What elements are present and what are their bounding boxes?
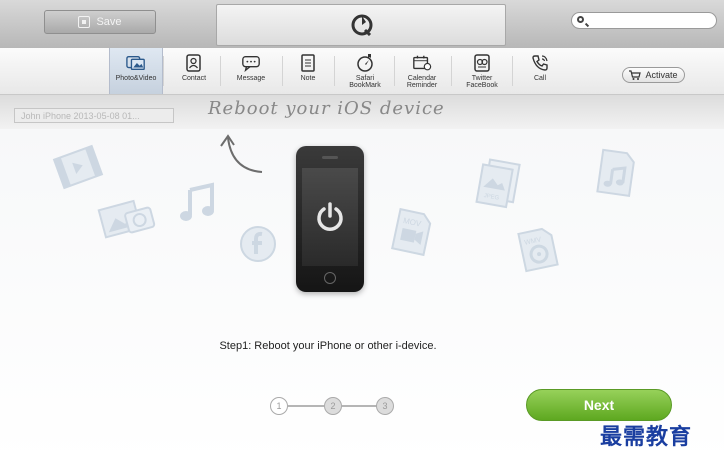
top-bar: Save	[0, 0, 724, 49]
tab-twitter-facebook[interactable]: Twitter FaceBook	[456, 48, 508, 94]
category-toolbar: Photo&Video Contact Message Note Safari …	[0, 48, 724, 95]
phone-speaker	[322, 156, 338, 159]
photo-video-icon	[126, 54, 146, 72]
power-icon	[317, 202, 343, 231]
tab-label: Photo&Video	[115, 75, 157, 82]
step-connector	[288, 405, 324, 407]
tab-label: Twitter FaceBook	[466, 75, 498, 89]
divider	[334, 56, 335, 86]
safari-bookmark-icon	[355, 54, 375, 72]
step-dot-1: 1	[270, 397, 288, 415]
logo-panel	[216, 4, 506, 46]
step-connector	[342, 405, 378, 407]
search-box[interactable]	[571, 12, 717, 29]
music-note-icon	[180, 182, 214, 221]
audio-file-icon	[596, 148, 635, 198]
tab-label: Safari BookMark	[349, 75, 381, 89]
tab-label: Message	[236, 75, 266, 82]
tab-safari-bookmark[interactable]: Safari BookMark	[340, 48, 390, 94]
divider	[282, 56, 283, 86]
tab-label: Contact	[181, 75, 207, 82]
save-icon	[78, 16, 91, 28]
tab-photo-video[interactable]: Photo&Video	[109, 48, 163, 94]
step-dot-2: 2	[324, 397, 342, 415]
flash-file-icon	[240, 226, 276, 262]
step-indicator: 1 2 3	[270, 396, 396, 416]
twitter-facebook-icon	[472, 54, 492, 72]
mov-file-icon: MOV	[391, 207, 432, 257]
cart-icon	[629, 70, 642, 80]
phone-home-button	[324, 272, 336, 284]
note-icon	[298, 54, 318, 72]
divider	[220, 56, 221, 86]
divider	[512, 56, 513, 86]
search-input[interactable]	[588, 14, 712, 27]
film-icon	[52, 144, 104, 190]
divider	[163, 56, 164, 86]
app-logo-icon	[351, 14, 373, 36]
save-label: Save	[96, 16, 122, 28]
call-icon	[530, 54, 550, 72]
tab-message[interactable]: Message	[226, 48, 276, 94]
handwritten-title: Reboot your iOS device	[208, 98, 445, 119]
contact-icon	[184, 54, 204, 72]
curved-arrow-icon	[220, 134, 263, 173]
divider	[394, 56, 395, 86]
tab-label: Call	[533, 75, 547, 82]
wmv-file-icon: WMV	[517, 227, 559, 273]
tab-contact[interactable]: Contact	[172, 48, 216, 94]
phone-screen	[302, 168, 358, 266]
divider	[451, 56, 452, 86]
jpeg-file-icon: JPEG	[475, 158, 521, 209]
app-window: Save Photo&Video Contact Message Note Sa…	[0, 0, 724, 463]
iphone-illustration	[296, 146, 364, 292]
step-dot-3: 3	[376, 397, 394, 415]
device-selector[interactable]: John iPhone 2013-05-08 01...	[14, 108, 174, 123]
tab-calendar-reminder[interactable]: Calendar Reminder	[398, 48, 446, 94]
search-icon	[577, 16, 584, 23]
photo-camera-icon	[97, 199, 156, 239]
tab-note[interactable]: Note	[288, 48, 328, 94]
tab-call[interactable]: Call	[522, 48, 558, 94]
tab-label: Calendar Reminder	[406, 75, 438, 89]
watermark-text: 最需教育	[600, 424, 693, 450]
activate-button[interactable]: Activate	[622, 67, 685, 83]
activate-label: Activate	[645, 70, 678, 80]
step-instruction: Step1: Reboot your iPhone or other i-dev…	[219, 340, 437, 352]
tab-label: Note	[300, 75, 316, 82]
save-button[interactable]: Save	[44, 10, 156, 34]
message-icon	[241, 54, 261, 72]
calendar-icon	[412, 54, 432, 72]
next-button[interactable]: Next	[526, 389, 672, 421]
